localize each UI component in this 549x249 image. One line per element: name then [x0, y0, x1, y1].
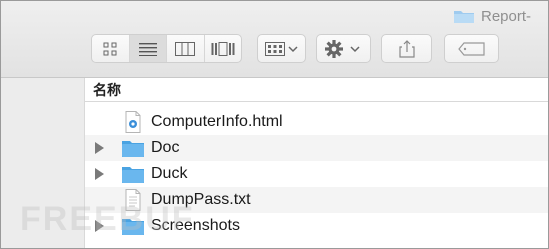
list-item[interactable]: Duck	[85, 161, 548, 187]
view-mode-segmented-control	[91, 34, 242, 63]
folder-icon	[122, 141, 144, 157]
share-button[interactable]	[381, 34, 432, 63]
column-view-button[interactable]	[167, 35, 205, 62]
gallery-view-button[interactable]	[205, 35, 242, 62]
tag-button[interactable]	[444, 34, 499, 63]
arrange-icon	[264, 41, 298, 56]
file-name: ComputerInfo.html	[151, 113, 283, 130]
toolbar: Report-	[1, 1, 548, 78]
action-button[interactable]	[316, 34, 371, 63]
share-icon	[398, 39, 415, 58]
window-title-text: Report-	[481, 7, 532, 25]
list-item[interactable]: Doc	[85, 135, 548, 161]
icon-view-button[interactable]	[92, 35, 130, 62]
gear-icon	[324, 39, 360, 58]
tag-icon	[457, 41, 485, 56]
disclosure-triangle-icon[interactable]	[95, 168, 104, 180]
list-item[interactable]: ComputerInfo.html	[85, 109, 548, 135]
disclosure-triangle-icon[interactable]	[95, 142, 104, 154]
watermark: FREEBUF	[20, 200, 195, 238]
list-icon	[138, 42, 157, 56]
file-name: Doc	[151, 139, 180, 156]
window-title: Report-	[453, 6, 531, 26]
arrange-button[interactable]	[257, 34, 306, 63]
folder-icon	[454, 11, 474, 23]
column-header-name[interactable]: 名称	[85, 78, 548, 102]
column-header-label: 名称	[93, 81, 121, 98]
file-name: Duck	[151, 165, 188, 182]
columns-icon	[175, 41, 196, 56]
coverflow-icon	[211, 41, 235, 56]
folder-icon	[122, 167, 144, 183]
grid-icon	[103, 42, 117, 55]
html-file-icon	[125, 111, 141, 133]
list-view-button[interactable]	[129, 35, 167, 62]
